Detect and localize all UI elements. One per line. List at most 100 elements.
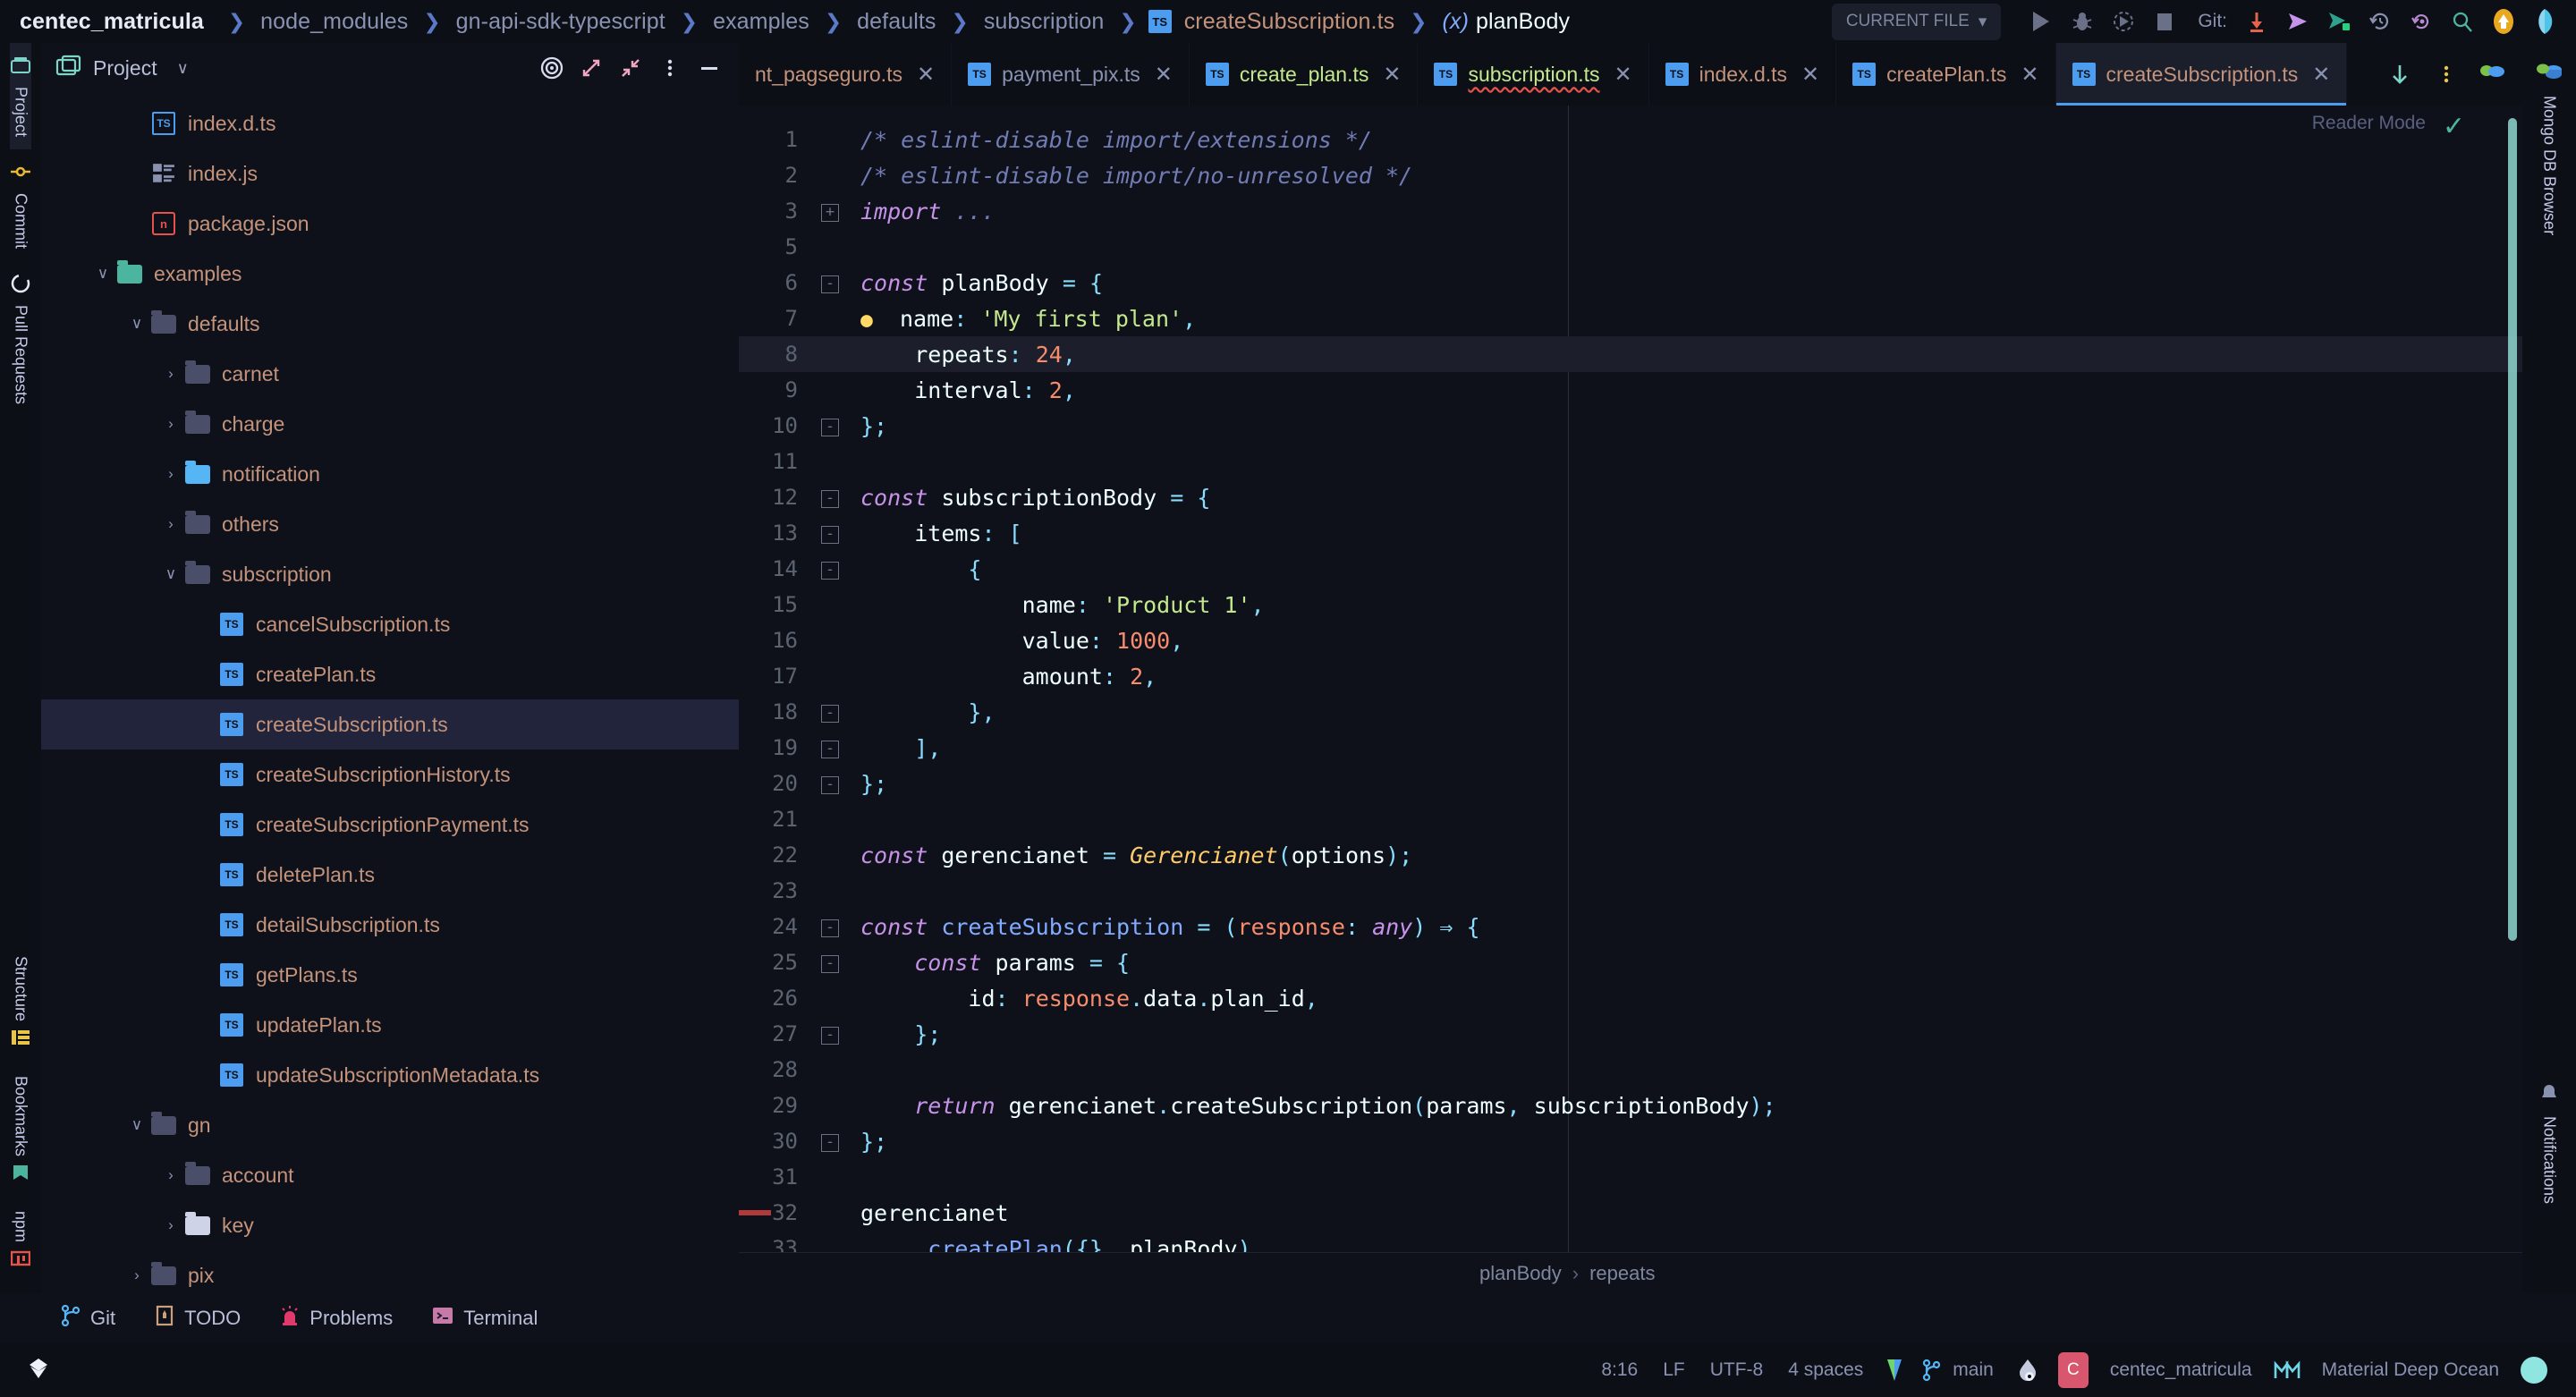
project-tree[interactable]: TS index.d.ts index.js n package.json ∨ exampl…	[41, 93, 739, 1293]
code-line[interactable]: 19- ],	[739, 730, 2522, 766]
code-line[interactable]: 17 amount: 2,	[739, 658, 2522, 694]
editor-tab-bar[interactable]: nt_pagseguro.ts ✕ TS payment_pix.ts ✕ TS creat…	[739, 43, 2522, 106]
code-line[interactable]: 21	[739, 801, 2522, 837]
breadcrumb-item-node-modules[interactable]: node_modules	[257, 9, 411, 35]
close-icon[interactable]: ✕	[2021, 62, 2038, 88]
code-line[interactable]: 10-};	[739, 408, 2522, 444]
code-editor[interactable]: Reader Mode ✓ 1 /* eslint-disable import/…	[739, 106, 2522, 1252]
code-fold-marker[interactable]: -	[812, 1131, 848, 1152]
chevron-right-icon[interactable]: ›	[159, 1216, 182, 1234]
sidebar-item-bookmarks[interactable]: Bookmarks	[11, 1063, 30, 1198]
code-line[interactable]: 2 /* eslint-disable import/no-unresolved …	[739, 157, 2522, 193]
code-fold-marker[interactable]: +	[812, 201, 848, 222]
caret-position[interactable]: 8:16	[1589, 1359, 1650, 1381]
editor-tab[interactable]: TS subscription.ts ✕	[1418, 43, 1649, 106]
tree-node[interactable]: ∨ examples	[41, 249, 739, 299]
tree-node[interactable]: › notification	[41, 449, 739, 499]
sidebar-item-notifications[interactable]: Notifications	[2538, 1074, 2560, 1213]
project-badge[interactable]: C	[2049, 1352, 2097, 1388]
code-line[interactable]: 3 + import ...	[739, 193, 2522, 229]
code-line[interactable]: 24- const createSubscription = (response:…	[739, 909, 2522, 944]
code-fold-marker[interactable]: -	[812, 559, 848, 580]
code-fold-marker[interactable]: -	[812, 738, 848, 758]
tree-node[interactable]: TS updatePlan.ts	[41, 1000, 739, 1050]
chevron-down-icon[interactable]: ∨	[125, 315, 148, 333]
tree-node[interactable]: TS createSubscriptionHistory.ts	[41, 749, 739, 800]
code-line[interactable]: 13- items: [	[739, 515, 2522, 551]
tree-node[interactable]: TS createPlan.ts	[41, 649, 739, 699]
tree-node[interactable]: n package.json	[41, 199, 739, 249]
tree-node[interactable]: TS cancelSubscription.ts	[41, 599, 739, 649]
close-icon[interactable]: ✕	[1614, 62, 1631, 88]
tab-options-icon[interactable]	[2426, 54, 2467, 95]
tree-node[interactable]: › charge	[41, 399, 739, 449]
search-everywhere-icon[interactable]	[2442, 1, 2483, 42]
code-fold-marker[interactable]: -	[812, 1024, 848, 1045]
git-branch-icon[interactable]	[1913, 1359, 1951, 1382]
code-fold-marker[interactable]: -	[812, 487, 848, 508]
chevron-right-icon[interactable]: ›	[159, 515, 182, 533]
validator-icon[interactable]	[1876, 1357, 1913, 1384]
update-icon[interactable]	[2483, 1, 2524, 42]
sidebar-item-pull-requests[interactable]: Pull Requests	[11, 261, 30, 417]
code-line[interactable]: 12- const subscriptionBody = {	[739, 479, 2522, 515]
tree-node[interactable]: TS deletePlan.ts	[41, 850, 739, 900]
breadcrumb-item-examples[interactable]: examples	[709, 9, 813, 35]
avatar[interactable]	[2512, 1357, 2556, 1384]
close-icon[interactable]: ✕	[1801, 62, 1819, 88]
tree-node[interactable]: › account	[41, 1150, 739, 1200]
editor-tab[interactable]: nt_pagseguro.ts ✕	[739, 43, 953, 106]
code-breadcrumb-item-planbody[interactable]: planBody	[1479, 1262, 1562, 1285]
mongodb-icon[interactable]	[2472, 54, 2513, 95]
code-line[interactable]: 20-};	[739, 766, 2522, 801]
tool-window-todo[interactable]: TODO	[135, 1305, 260, 1332]
code-line[interactable]: 32 gerencianet	[739, 1195, 2522, 1231]
locate-icon[interactable]	[537, 53, 567, 83]
stop-icon[interactable]	[2144, 1, 2185, 42]
tree-node[interactable]: TS createSubscriptionPayment.ts	[41, 800, 739, 850]
tree-node[interactable]: index.js	[41, 148, 739, 199]
sidebar-item-mongodb-browser[interactable]: Mongo DB Browser	[2536, 54, 2563, 244]
editor-scrollbar[interactable]	[2508, 118, 2517, 1216]
code-line[interactable]: 8 repeats: 24,	[739, 336, 2522, 372]
tree-node[interactable]: › key	[41, 1200, 739, 1250]
tree-node[interactable]: TS getPlans.ts	[41, 950, 739, 1000]
chevron-right-icon[interactable]: ›	[159, 1166, 182, 1184]
chevron-right-icon[interactable]: ›	[159, 465, 182, 483]
code-line[interactable]: 6- const planBody = {	[739, 265, 2522, 301]
chevron-down-icon[interactable]: ∨	[177, 59, 189, 78]
breadcrumb-symbol[interactable]: planBody	[1472, 9, 1573, 35]
code-fold-marker[interactable]: -	[812, 917, 848, 937]
code-fold-marker[interactable]: -	[812, 774, 848, 794]
coverage-icon[interactable]	[2103, 1, 2144, 42]
breadcrumb-item-sdk[interactable]: gn-api-sdk-typescript	[453, 9, 669, 35]
expand-all-icon[interactable]	[576, 53, 606, 83]
code-line[interactable]: 14- {	[739, 551, 2522, 587]
code-line[interactable]: 11	[739, 444, 2522, 479]
code-line[interactable]: 28	[739, 1052, 2522, 1088]
breadcrumb-item-defaults[interactable]: defaults	[853, 9, 939, 35]
code-line[interactable]: 30-};	[739, 1123, 2522, 1159]
code-line[interactable]: 9 interval: 2,	[739, 372, 2522, 408]
editor-tab[interactable]: TS createPlan.ts ✕	[1836, 43, 2056, 106]
close-icon[interactable]: ✕	[2312, 62, 2330, 88]
code-line[interactable]: 29 return gerencianet.createSubscription…	[739, 1088, 2522, 1123]
tree-node-selected[interactable]: TS createSubscription.ts	[41, 699, 739, 749]
run-icon[interactable]	[2021, 1, 2062, 42]
git-rollback-icon[interactable]	[2401, 1, 2442, 42]
layers-icon[interactable]	[20, 1355, 52, 1386]
tree-node[interactable]: › pix	[41, 1250, 739, 1293]
run-configuration-selector[interactable]: CURRENT FILE ▾	[1831, 3, 2002, 40]
profile-icon[interactable]	[2524, 1, 2565, 42]
chevron-right-icon[interactable]: ›	[125, 1266, 148, 1284]
tree-node[interactable]: ∨ defaults	[41, 299, 739, 349]
chevron-right-icon[interactable]: ›	[159, 415, 182, 433]
chevron-down-icon[interactable]: ∨	[125, 1116, 148, 1134]
line-separator[interactable]: LF	[1650, 1359, 1698, 1381]
tree-node[interactable]: TS detailSubscription.ts	[41, 900, 739, 950]
tree-node[interactable]: › others	[41, 499, 739, 549]
code-fold-marker[interactable]: -	[812, 273, 848, 293]
collapse-all-icon[interactable]	[615, 53, 646, 83]
tree-node[interactable]: ∨ subscription	[41, 549, 739, 599]
editor-tab[interactable]: TS create_plan.ts ✕	[1190, 43, 1419, 106]
